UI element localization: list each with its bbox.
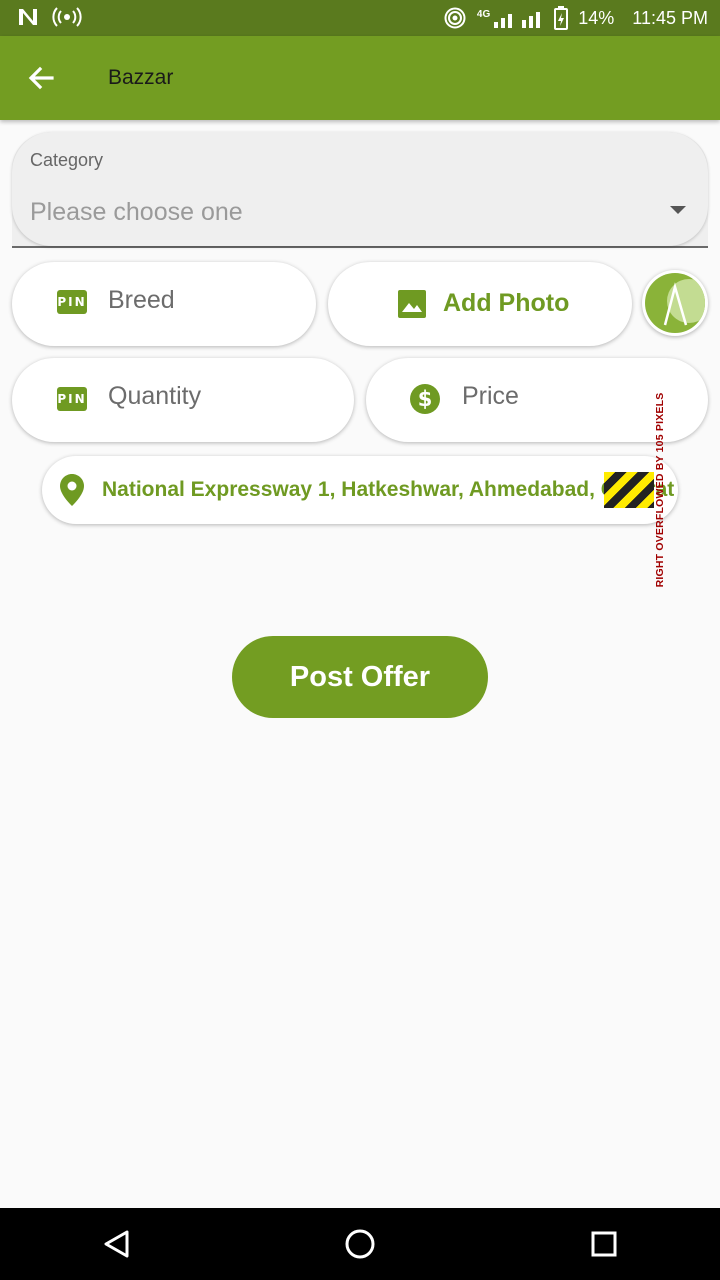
nav-home-icon — [345, 1229, 375, 1259]
dropdown-arrow-icon — [670, 206, 686, 214]
overflow-warning: RIGHT OVERFLOWED BY 105 PIXELS — [647, 393, 673, 588]
quantity-field[interactable]: PIN Quantity — [12, 358, 354, 442]
location-pin-icon — [60, 474, 84, 506]
arrow-back-icon — [28, 66, 54, 90]
category-dropdown[interactable]: Category Please choose one — [12, 132, 708, 248]
hotspot-icon — [52, 7, 82, 27]
nav-back-button[interactable] — [98, 1224, 138, 1264]
notification-n-icon — [19, 9, 37, 25]
status-bar: 4G 14% 11:45 PM — [0, 0, 720, 36]
add-photo-button[interactable]: Add Photo — [328, 262, 632, 346]
breed-label: Breed — [108, 286, 175, 314]
network-type: 4G — [476, 8, 491, 20]
location-field[interactable]: National Expressway 1, Hatkeshwar, Ahmed… — [42, 456, 678, 524]
back-button[interactable] — [22, 58, 62, 98]
wifi-calling-icon — [444, 7, 466, 29]
pin-icon: PIN — [57, 387, 87, 411]
nav-home-button[interactable] — [340, 1224, 380, 1264]
page-title: Bazzar — [108, 66, 174, 89]
quantity-label: Quantity — [108, 382, 202, 410]
signal-icon — [494, 12, 541, 28]
dollar-icon: $ — [410, 384, 440, 414]
breed-field[interactable]: PIN Breed — [12, 262, 316, 346]
battery-percent: 14% — [578, 7, 615, 28]
price-label: Price — [462, 382, 519, 410]
app-bar: Bazzar — [0, 36, 720, 120]
system-nav-bar — [0, 1208, 720, 1280]
category-label: Category — [30, 150, 104, 170]
nav-recents-icon — [591, 1231, 617, 1257]
avatar-logo-icon — [663, 279, 705, 326]
nav-recents-button[interactable] — [584, 1224, 624, 1264]
overflow-warning-text: RIGHT OVERFLOWED BY 105 PIXELS — [654, 392, 666, 588]
post-offer-button[interactable]: Post Offer — [232, 636, 488, 718]
category-placeholder: Please choose one — [30, 198, 243, 226]
nav-back-icon — [104, 1230, 129, 1258]
location-text: National Expressway 1, Hatkeshwar, Ahmed… — [102, 478, 675, 501]
pin-icon: PIN — [57, 290, 87, 314]
clock: 11:45 PM — [632, 7, 708, 28]
avatar[interactable] — [642, 270, 708, 336]
add-photo-label: Add Photo — [443, 289, 570, 317]
battery-icon — [554, 6, 569, 30]
svg-text:$: $ — [418, 387, 433, 411]
image-icon — [398, 290, 426, 318]
